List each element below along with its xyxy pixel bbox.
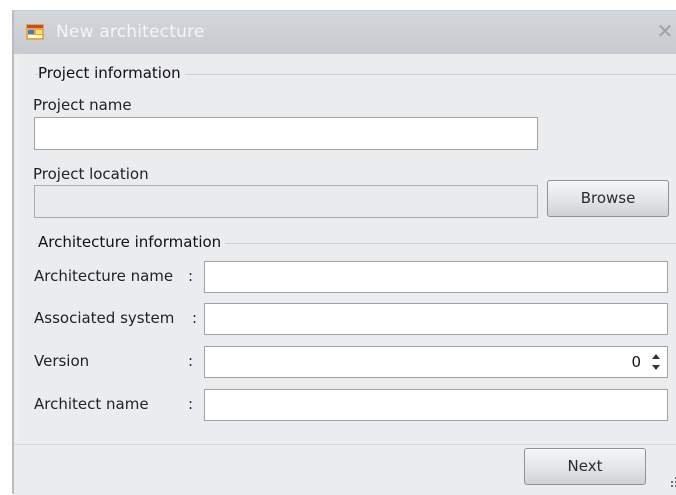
associated-system-label: Associated system	[34, 309, 175, 327]
architect-name-label: Architect name	[34, 395, 149, 413]
project-name-input[interactable]	[34, 117, 538, 150]
new-architecture-dialog: New architecture ✕ Project information P…	[12, 10, 676, 495]
next-button-label: Next	[567, 457, 603, 475]
title-bar[interactable]: New architecture ✕	[14, 11, 676, 54]
project-location-label: Project location	[33, 165, 149, 183]
resize-grip-icon[interactable]	[668, 477, 676, 487]
close-icon[interactable]: ✕	[654, 20, 676, 42]
spin-down-icon[interactable]	[652, 365, 660, 370]
next-button[interactable]: Next	[524, 448, 646, 485]
project-location-field[interactable]	[34, 185, 538, 218]
dialog-footer: Next	[14, 444, 676, 495]
window-title: New architecture	[56, 22, 205, 42]
browse-button-label: Browse	[580, 189, 636, 207]
version-colon: :	[188, 352, 194, 370]
architecture-information-heading: Architecture information	[38, 233, 226, 251]
architect-name-input[interactable]	[204, 389, 668, 421]
version-value[interactable]: 0	[631, 353, 641, 371]
project-name-label: Project name	[33, 96, 132, 114]
architecture-name-colon: :	[188, 267, 194, 285]
version-label: Version	[34, 352, 90, 370]
architecture-name-label: Architecture name	[34, 267, 174, 285]
architect-name-colon: :	[188, 395, 194, 413]
associated-system-colon: :	[192, 309, 198, 327]
app-window-icon	[26, 24, 44, 40]
version-spin-buttons[interactable]	[649, 350, 663, 374]
spin-up-icon[interactable]	[652, 354, 660, 359]
version-stepper[interactable]: 0	[204, 346, 668, 378]
project-information-heading: Project information	[38, 64, 185, 82]
architecture-name-input[interactable]	[204, 261, 668, 293]
associated-system-input[interactable]	[204, 303, 668, 335]
browse-button[interactable]: Browse	[547, 180, 669, 217]
dialog-content: Project information Project name Project…	[18, 54, 676, 444]
